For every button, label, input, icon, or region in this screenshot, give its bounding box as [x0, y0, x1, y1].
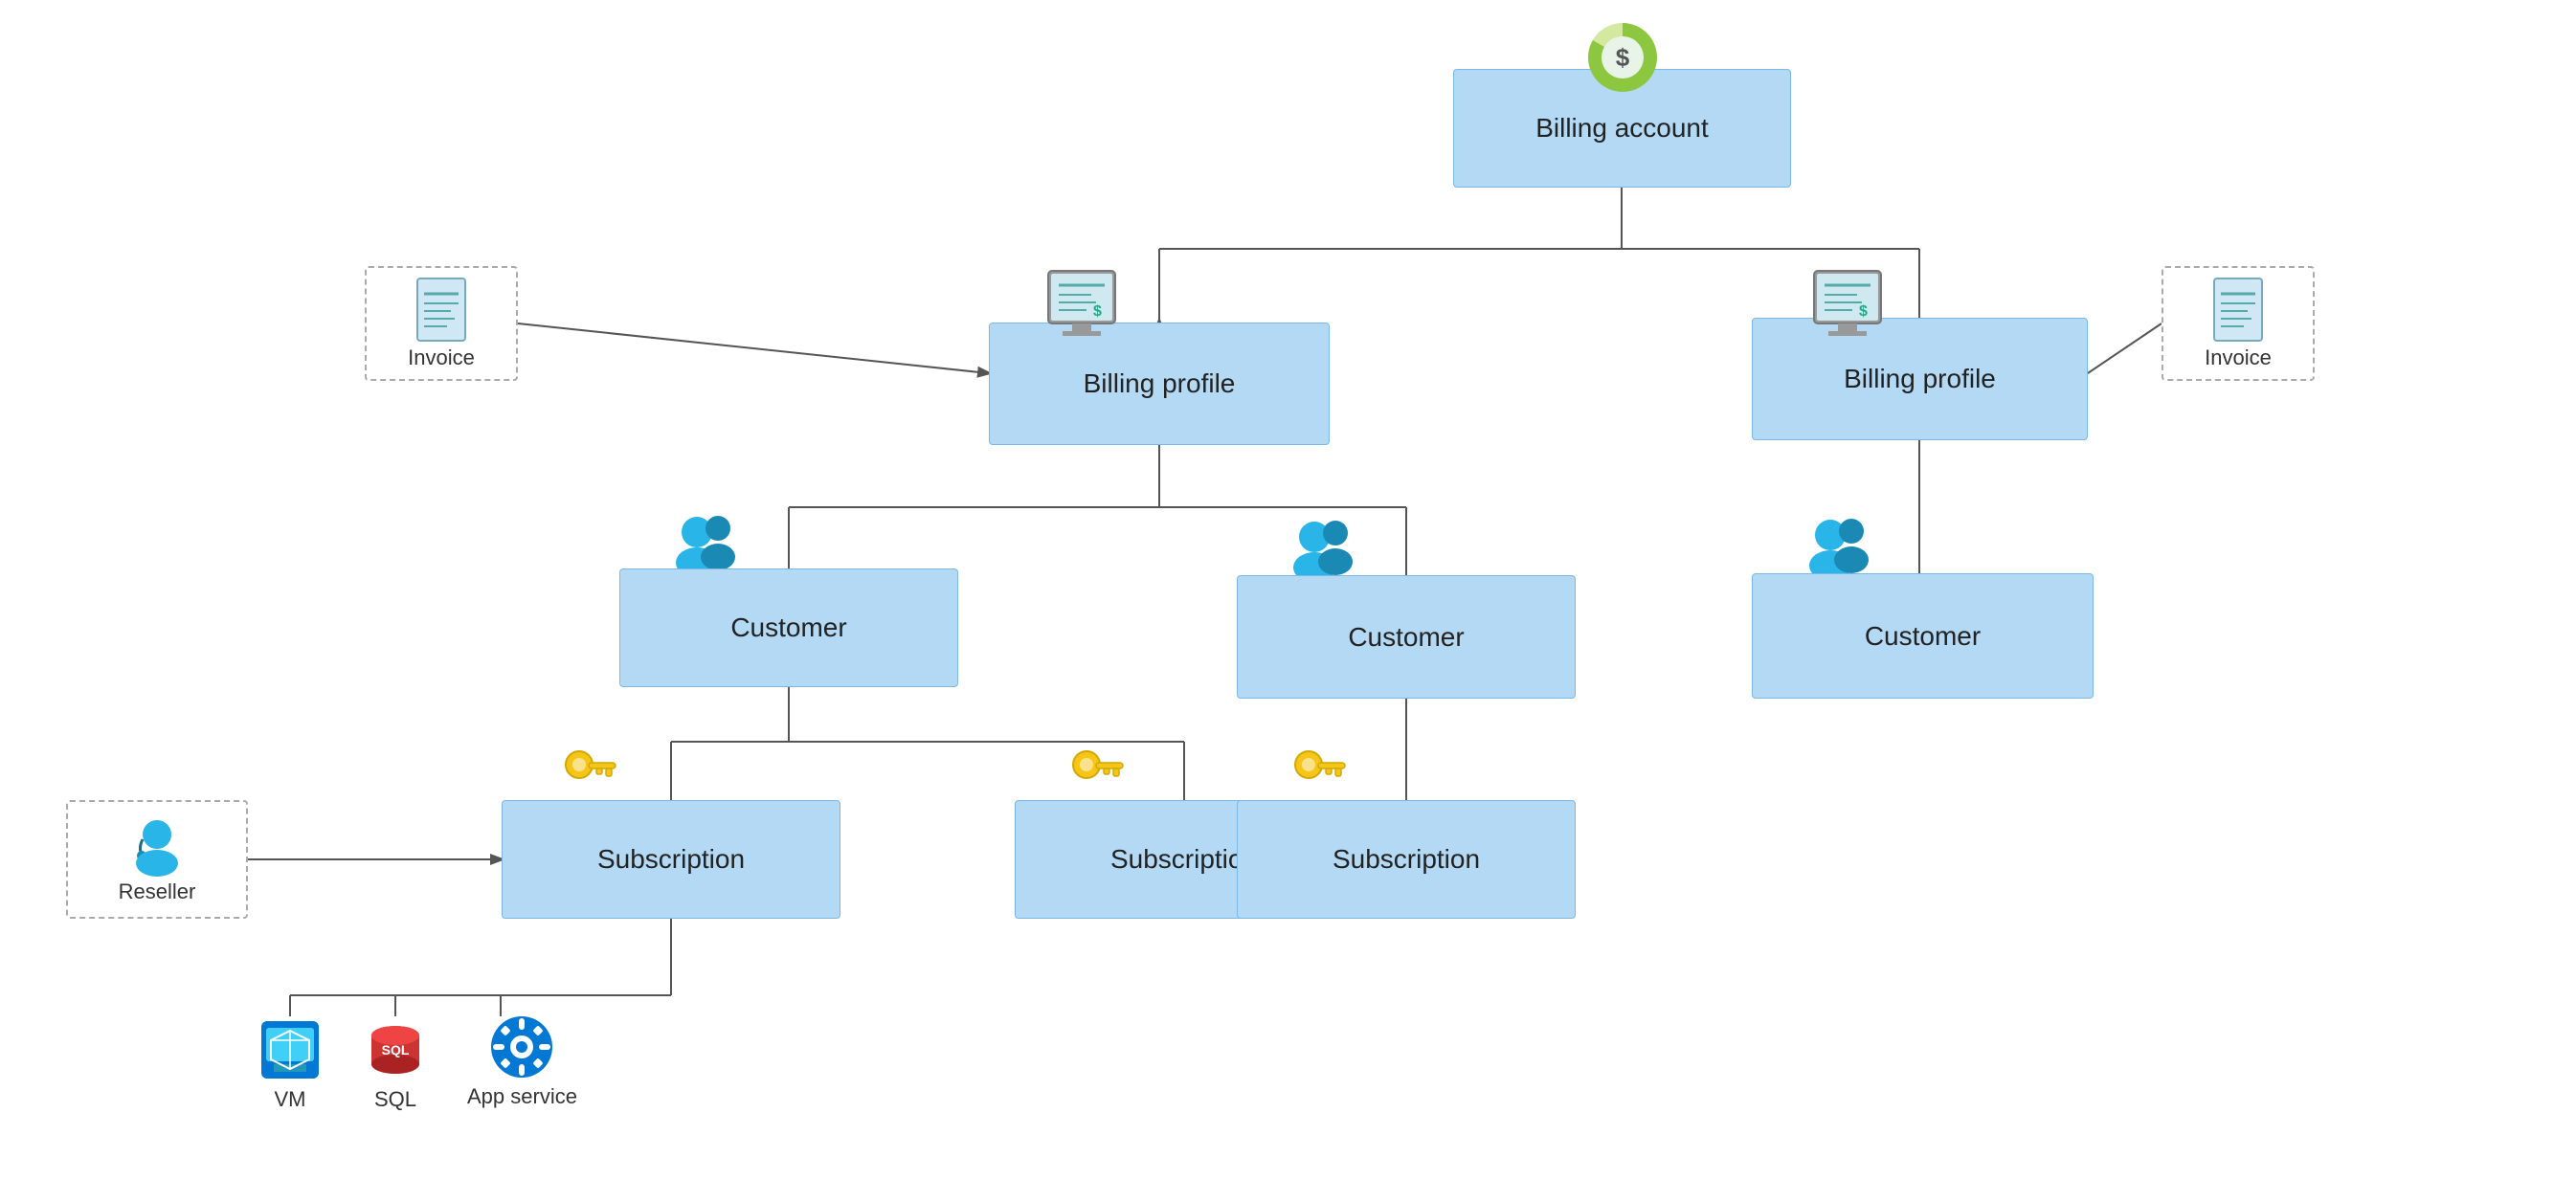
- reseller-icon: [128, 815, 186, 878]
- subscription-right-node: Subscription: [1237, 800, 1576, 919]
- customer-right-node: Customer: [1752, 573, 2094, 699]
- subscription-left-node: Subscription: [502, 800, 840, 919]
- reseller-label: Reseller: [119, 879, 196, 904]
- billing-account-label: Billing account: [1535, 113, 1709, 144]
- billing-profile-right-icon: $: [1804, 261, 1891, 347]
- svg-text:$: $: [1093, 303, 1102, 320]
- customer-left-label: Customer: [730, 612, 846, 643]
- key-mid-icon: [1063, 739, 1130, 806]
- sql-label: SQL: [374, 1087, 416, 1112]
- reseller-node: Reseller: [66, 800, 248, 919]
- billing-profile-left-label: Billing profile: [1084, 368, 1236, 399]
- key-right-svg: [1289, 744, 1347, 801]
- app-service-item: App service: [467, 1013, 577, 1109]
- monitor-dollar-left-icon: $: [1043, 266, 1120, 343]
- invoice-right-content: Invoice: [2205, 277, 2272, 370]
- customer-right-label: Customer: [1865, 621, 1981, 652]
- invoice-right-label: Invoice: [2205, 345, 2272, 370]
- key-left-icon: [555, 739, 622, 806]
- vm-item: VM: [257, 1016, 324, 1112]
- subscription-right-label: Subscription: [1333, 844, 1480, 875]
- billing-profile-left-icon: $: [1039, 261, 1125, 347]
- billing-profile-right-label: Billing profile: [1844, 364, 1996, 394]
- app-service-icon: [488, 1013, 555, 1080]
- invoice-right-node: Invoice: [2162, 266, 2315, 381]
- key-mid-svg: [1067, 744, 1125, 801]
- invoice-left-label: Invoice: [408, 345, 475, 370]
- billing-account-icon: [1584, 19, 1661, 96]
- sql-item: SQL SQL: [362, 1016, 429, 1112]
- dollar-circle-icon: [1588, 23, 1657, 92]
- key-right-icon: [1285, 739, 1352, 806]
- monitor-dollar-right-icon: $: [1809, 266, 1886, 343]
- sql-icon: SQL: [362, 1016, 429, 1083]
- invoice-left-content: Invoice: [408, 277, 475, 370]
- subscription-left-label: Subscription: [597, 844, 745, 875]
- subscription-mid-label: Subscription: [1110, 844, 1258, 875]
- billing-profile-right-node: Billing profile: [1752, 318, 2088, 440]
- diagram-container: Billing account Billing profile $ Billin…: [0, 0, 2576, 1180]
- invoice-left-icon: [413, 277, 470, 344]
- app-service-label: App service: [467, 1084, 577, 1109]
- customer-left-node: Customer: [619, 568, 958, 687]
- customer-mid-node: Customer: [1237, 575, 1576, 699]
- svg-text:SQL: SQL: [382, 1042, 410, 1058]
- customer-mid-label: Customer: [1348, 622, 1464, 653]
- invoice-right-icon: [2209, 277, 2267, 344]
- vm-label: VM: [275, 1087, 306, 1112]
- key-left-svg: [560, 744, 617, 801]
- svg-text:$: $: [1859, 303, 1868, 320]
- vm-icon: [257, 1016, 324, 1083]
- invoice-left-node: Invoice: [365, 266, 518, 381]
